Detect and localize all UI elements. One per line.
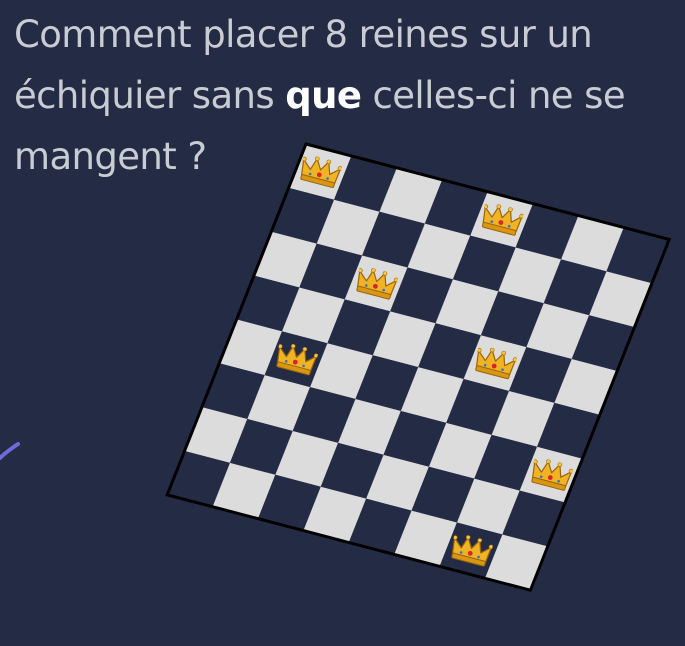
title-line-1: Comment placer 8 reines sur un — [14, 13, 593, 56]
title-line-2-start: échiquier sans — [14, 74, 286, 117]
title-line-2: échiquier sans que celles-ci ne se — [14, 65, 674, 126]
title-line-3: mangent ? — [14, 135, 207, 178]
slide-title: Comment placer 8 reines sur un échiquier… — [14, 4, 674, 187]
slide-background: Comment placer 8 reines sur un échiquier… — [0, 0, 685, 646]
title-emphasis-word: que — [285, 74, 362, 117]
title-line-2-end: celles-ci ne se — [361, 74, 626, 117]
